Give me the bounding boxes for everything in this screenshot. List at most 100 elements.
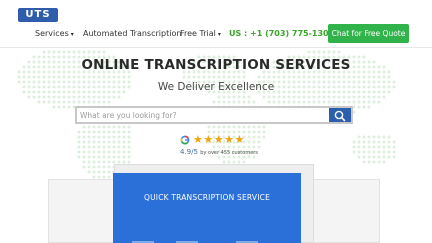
map-dot bbox=[57, 100, 61, 104]
map-dot bbox=[252, 140, 256, 144]
star-icon: ★ bbox=[203, 133, 214, 146]
map-dot bbox=[102, 130, 106, 134]
map-dot bbox=[42, 75, 46, 79]
map-dot bbox=[332, 50, 336, 54]
logo-text: UTS bbox=[25, 9, 51, 20]
map-dot bbox=[232, 75, 236, 79]
map-dot bbox=[82, 50, 86, 54]
map-dot bbox=[127, 125, 131, 129]
map-dot bbox=[87, 165, 91, 169]
map-dot bbox=[92, 170, 96, 174]
search-button[interactable] bbox=[329, 108, 351, 122]
map-dot bbox=[42, 50, 46, 54]
map-dot bbox=[122, 145, 126, 149]
map-dot bbox=[262, 130, 266, 134]
map-dot bbox=[317, 50, 321, 54]
map-dot bbox=[352, 95, 356, 99]
map-dot bbox=[62, 95, 66, 99]
map-dot bbox=[122, 135, 126, 139]
map-dot bbox=[107, 140, 111, 144]
map-dot bbox=[102, 150, 106, 154]
map-dot bbox=[392, 150, 396, 154]
map-dot bbox=[77, 100, 81, 104]
map-dot bbox=[102, 170, 106, 174]
phone-number[interactable]: US : +1 (703) 775-1305 bbox=[229, 29, 334, 38]
map-dot bbox=[87, 100, 91, 104]
map-dot bbox=[287, 95, 291, 99]
map-dot bbox=[357, 75, 361, 79]
map-dot bbox=[102, 155, 106, 159]
map-dot bbox=[257, 130, 261, 134]
map-dot bbox=[387, 75, 391, 79]
map-dot bbox=[282, 100, 286, 104]
map-dot bbox=[87, 170, 91, 174]
nav-services[interactable]: Services ▾ bbox=[35, 29, 74, 38]
map-dot bbox=[327, 75, 331, 79]
map-dot bbox=[52, 50, 56, 54]
map-dot bbox=[292, 100, 296, 104]
map-dot bbox=[117, 135, 121, 139]
map-dot bbox=[27, 95, 31, 99]
map-dot bbox=[92, 50, 96, 54]
map-dot bbox=[82, 160, 86, 164]
map-dot bbox=[292, 75, 296, 79]
map-dot bbox=[257, 140, 261, 144]
map-dot bbox=[62, 105, 66, 109]
map-dot bbox=[102, 160, 106, 164]
map-dot bbox=[182, 75, 186, 79]
map-dot bbox=[117, 145, 121, 149]
nav-free-trial[interactable]: Free Trial ▾ bbox=[180, 29, 221, 38]
map-dot bbox=[107, 160, 111, 164]
map-dot bbox=[232, 100, 236, 104]
map-dot bbox=[97, 165, 101, 169]
map-dot bbox=[67, 50, 71, 54]
caret-down-icon: ▾ bbox=[217, 31, 221, 38]
map-dot bbox=[317, 75, 321, 79]
map-dot bbox=[387, 135, 391, 139]
map-dot bbox=[357, 100, 361, 104]
chat-free-quote-button[interactable]: Chat for Free Quote bbox=[328, 24, 409, 43]
map-dot bbox=[257, 125, 261, 129]
map-dot bbox=[92, 125, 96, 129]
map-dot bbox=[92, 150, 96, 154]
site-logo[interactable]: UTS bbox=[18, 8, 58, 22]
map-dot bbox=[377, 155, 381, 159]
map-dot bbox=[387, 150, 391, 154]
map-dot bbox=[77, 150, 81, 154]
map-dot bbox=[382, 145, 386, 149]
map-dot bbox=[287, 100, 291, 104]
map-dot bbox=[102, 165, 106, 169]
map-dot bbox=[62, 50, 66, 54]
nav-automated-transcription[interactable]: Automated Transcription bbox=[83, 29, 181, 38]
quick-transcription-card[interactable]: QUICK TRANSCRIPTION SERVICE bbox=[113, 173, 301, 243]
map-dot bbox=[217, 125, 221, 129]
map-dot bbox=[282, 75, 286, 79]
map-dot bbox=[57, 95, 61, 99]
map-dot bbox=[67, 105, 71, 109]
map-dot bbox=[372, 95, 376, 99]
right-device-mockup bbox=[312, 179, 380, 243]
page-title: ONLINE TRANSCRIPTION SERVICES bbox=[81, 57, 351, 73]
map-dot bbox=[357, 95, 361, 99]
map-dot bbox=[367, 155, 371, 159]
map-dot bbox=[92, 160, 96, 164]
map-dot bbox=[237, 100, 241, 104]
map-dot bbox=[257, 145, 261, 149]
map-dot bbox=[372, 100, 376, 104]
map-dot bbox=[207, 75, 211, 79]
map-dot bbox=[97, 145, 101, 149]
map-dot bbox=[367, 150, 371, 154]
map-dot bbox=[42, 100, 46, 104]
map-dot bbox=[122, 75, 126, 79]
map-dot bbox=[377, 145, 381, 149]
map-dot bbox=[392, 140, 396, 144]
map-dot bbox=[237, 95, 241, 99]
search-input[interactable] bbox=[80, 108, 330, 122]
map-dot bbox=[362, 75, 366, 79]
map-dot bbox=[112, 155, 116, 159]
map-dot bbox=[112, 130, 116, 134]
rating-stars: ★★★★★ bbox=[193, 133, 245, 146]
map-dot bbox=[372, 75, 376, 79]
map-dot bbox=[87, 50, 91, 54]
card-title: QUICK TRANSCRIPTION SERVICE bbox=[143, 193, 271, 202]
